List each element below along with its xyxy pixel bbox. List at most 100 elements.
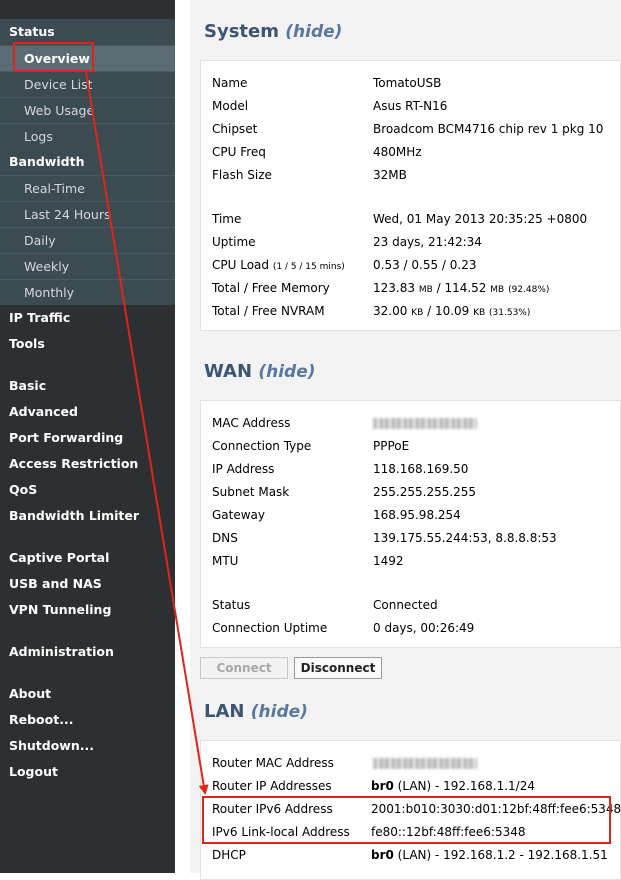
nav-usb-and-nas[interactable]: USB and NAS (0, 571, 175, 597)
nvram-free-unit: KB (473, 308, 486, 318)
name-label: Name (212, 76, 248, 90)
memory-label: Total / Free Memory (212, 281, 330, 295)
dns-value: 139.175.55.244:53, 8.8.8.8:53 (373, 531, 557, 545)
wan-title-text: WAN (204, 361, 253, 382)
router-ip-interface: br0 (371, 779, 394, 793)
dhcp-interface: br0 (371, 848, 394, 862)
nav-port-forwarding[interactable]: Port Forwarding (0, 425, 175, 451)
redacted-router-mac (373, 758, 477, 769)
lan-hide-link[interactable]: (hide) (251, 702, 308, 722)
nav-logs[interactable]: Logs (0, 123, 175, 149)
nav-advanced[interactable]: Advanced (0, 399, 175, 425)
memory-free-unit: MB (490, 285, 505, 295)
nvram-percent: (31.53%) (489, 308, 531, 318)
overview-highlight-box (13, 42, 94, 72)
nav-bandwidth-limiter[interactable]: Bandwidth Limiter (0, 503, 175, 529)
lan-title: LAN (hide) (204, 701, 308, 722)
nav-access-restriction[interactable]: Access Restriction (0, 451, 175, 477)
nav-monthly[interactable]: Monthly (0, 279, 175, 305)
nav-web-usage[interactable]: Web Usage (0, 97, 175, 123)
mtu-value: 1492 (373, 554, 404, 568)
nav-last-24-hours[interactable]: Last 24 Hours (0, 201, 175, 227)
memory-free: 114.52 (444, 281, 487, 295)
router-mac-label: Router MAC Address (212, 756, 334, 770)
nav-device-list[interactable]: Device List (0, 71, 175, 97)
sidebar-nav: Status Overview Device List Web Usage Lo… (0, 0, 175, 873)
model-value: Asus RT-N16 (373, 99, 448, 113)
nav-ip-traffic[interactable]: IP Traffic (0, 305, 175, 331)
disconnect-button[interactable]: Disconnect (294, 657, 382, 679)
chipset-label: Chipset (212, 122, 258, 136)
nav-bandwidth[interactable]: Bandwidth (0, 149, 175, 175)
time-label: Time (212, 212, 242, 226)
ipv6-highlight-box (202, 796, 611, 844)
nvram-value: 32.00 KB / 10.09 KB (31.53%) (373, 300, 530, 323)
router-ip-text: (LAN) - 192.168.1.1/24 (393, 779, 535, 793)
nav-shutdown[interactable]: Shutdown... (0, 733, 175, 759)
dhcp-label: DHCP (212, 848, 246, 862)
connection-type-label: Connection Type (212, 439, 312, 453)
chipset-value: Broadcom BCM4716 chip rev 1 pkg 10 (373, 122, 604, 136)
cpu-load-value: 0.53 / 0.55 / 0.23 (373, 258, 477, 272)
memory-percent: (92.48%) (508, 285, 550, 295)
memory-separator: / (432, 281, 445, 295)
system-title-text: System (204, 21, 279, 42)
lan-title-text: LAN (204, 701, 245, 722)
nav-weekly[interactable]: Weekly (0, 253, 175, 279)
memory-total-unit: MB (418, 285, 433, 295)
wan-mac-label: MAC Address (212, 416, 291, 430)
gateway-label: Gateway (212, 508, 266, 522)
wan-status-label: Status (212, 598, 251, 612)
dns-label: DNS (212, 531, 238, 545)
name-value: TomatoUSB (373, 76, 442, 90)
connect-button[interactable]: Connect (200, 657, 288, 679)
subnet-mask-value: 255.255.255.255 (373, 485, 477, 499)
gutter (175, 0, 190, 873)
time-value: Wed, 01 May 2013 20:35:25 +0800 (373, 212, 588, 226)
nvram-label: Total / Free NVRAM (212, 304, 325, 318)
nav-reboot[interactable]: Reboot... (0, 707, 175, 733)
uptime-label: Uptime (212, 235, 256, 249)
nav-tools[interactable]: Tools (0, 331, 175, 357)
nvram-total: 32.00 (373, 304, 408, 318)
cpu-freq-label: CPU Freq (212, 145, 266, 159)
memory-value: 123.83 MB / 114.52 MB (92.48%) (373, 277, 549, 300)
system-title: System (hide) (204, 21, 342, 42)
cpu-load-label-text: CPU Load (212, 258, 269, 272)
nav-daily[interactable]: Daily (0, 227, 175, 253)
cpu-load-label: CPU Load (1 / 5 / 15 mins) (212, 254, 345, 277)
nvram-total-unit: KB (411, 308, 424, 318)
connection-type-value: PPPoE (373, 439, 410, 453)
dhcp-value: br0 (LAN) - 192.168.1.2 - 192.168.1.51 (371, 844, 608, 867)
cpu-freq-value: 480MHz (373, 145, 422, 159)
connection-uptime-value: 0 days, 00:26:49 (373, 621, 475, 635)
ip-address-value: 118.168.169.50 (373, 462, 469, 476)
memory-total: 123.83 (373, 281, 415, 295)
nvram-free: 10.09 (434, 304, 470, 318)
wan-title: WAN (hide) (204, 361, 316, 382)
wan-mac-value (373, 412, 477, 435)
router-mac-value (373, 752, 477, 775)
flash-size-value: 32MB (373, 168, 407, 182)
nav-about[interactable]: About (0, 681, 175, 707)
cpu-load-note: (1 / 5 / 15 mins) (272, 262, 345, 272)
dhcp-range: (LAN) - 192.168.1.2 - 192.168.1.51 (393, 848, 608, 862)
nav-administration[interactable]: Administration (0, 639, 175, 665)
system-hide-link[interactable]: (hide) (285, 22, 342, 42)
flash-size-label: Flash Size (212, 168, 272, 182)
nav-real-time[interactable]: Real-Time (0, 175, 175, 201)
redacted-mac (373, 418, 477, 429)
nvram-separator: / (423, 304, 435, 318)
nav-qos[interactable]: QoS (0, 477, 175, 503)
nav-logout[interactable]: Logout (0, 759, 175, 785)
nav-vpn-tunneling[interactable]: VPN Tunneling (0, 597, 175, 623)
uptime-value: 23 days, 21:42:34 (373, 235, 482, 249)
wan-hide-link[interactable]: (hide) (258, 362, 315, 382)
model-label: Model (212, 99, 249, 113)
gateway-value: 168.95.98.254 (373, 508, 461, 522)
nav-basic[interactable]: Basic (0, 373, 175, 399)
ip-address-label: IP Address (212, 462, 275, 476)
wan-status-value: Connected (373, 598, 438, 612)
subnet-mask-label: Subnet Mask (212, 485, 290, 499)
nav-captive-portal[interactable]: Captive Portal (0, 545, 175, 571)
